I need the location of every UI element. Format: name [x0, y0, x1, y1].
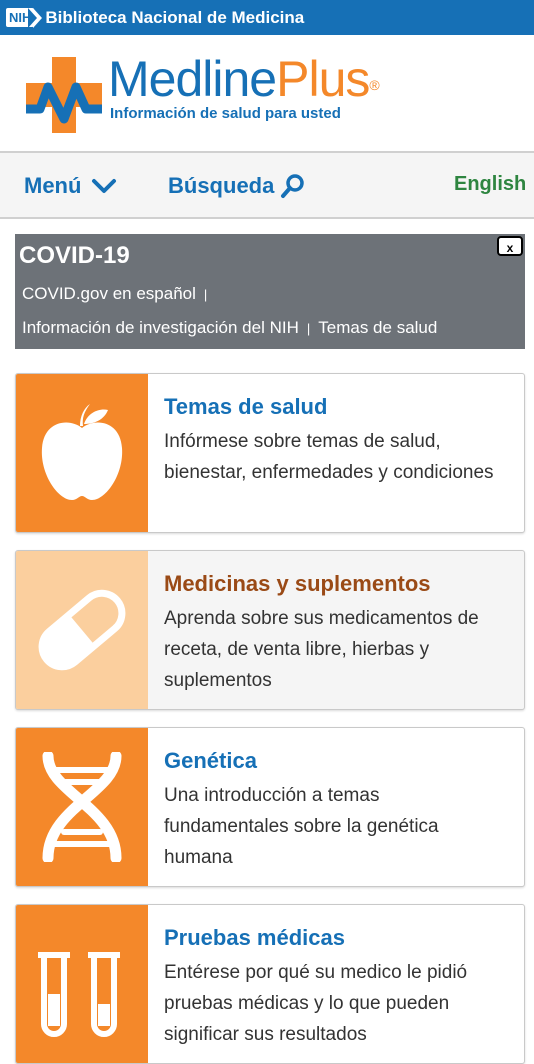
navigation-bar: Menú Búsqueda English [0, 151, 534, 219]
menu-button[interactable]: Menú [24, 173, 117, 199]
card-title[interactable]: Temas de salud [164, 394, 327, 420]
covid-banner: COVID-19 x COVID.gov en español | Informa… [15, 234, 525, 349]
card-genetics[interactable]: Genética Una introducción a temas fundam… [15, 727, 525, 887]
covid-title: COVID-19 [19, 242, 130, 269]
card-title[interactable]: Genética [164, 748, 257, 774]
card-title[interactable]: Medicinas y suplementos [164, 571, 431, 597]
card-description: Entérese por qué su medico le pidió prue… [164, 962, 468, 1045]
card-medical-tests[interactable]: Pruebas médicas Entérese por qué su medi… [15, 904, 525, 1064]
card-icon-panel [16, 374, 148, 532]
covid-gov-link[interactable]: COVID.gov en español [22, 284, 196, 303]
nih-logo[interactable]: NIH [6, 7, 43, 28]
card-icon-panel [16, 728, 148, 886]
card-description: Infórmese sobre temas de salud, bienesta… [164, 431, 494, 483]
pill-icon [38, 589, 126, 671]
nih-research-link[interactable]: Información de investigación del NIH [22, 318, 299, 337]
card-description: Una introducción a temas fundamentales s… [164, 785, 439, 868]
card-title[interactable]: Pruebas médicas [164, 925, 345, 951]
logo-word-medline: Medline [108, 51, 277, 107]
search-button[interactable]: Búsqueda [168, 173, 306, 199]
apple-icon [41, 404, 123, 500]
registered-mark: ® [369, 77, 379, 93]
link-separator: | [306, 321, 311, 336]
nih-top-bar: NIH Biblioteca Nacional de Medicina [0, 0, 534, 35]
link-separator: | [203, 287, 208, 302]
english-link[interactable]: English [454, 173, 526, 196]
covid-links-row-2: Información de investigación del NIH | Tem… [22, 318, 437, 338]
covid-links-row-1: COVID.gov en español | [22, 284, 215, 304]
medlineplus-logo-icon[interactable] [26, 57, 102, 133]
card-icon-panel [16, 905, 148, 1063]
logo-wordmark[interactable]: MedlinePlus® [108, 49, 380, 109]
logo-tagline: Información de salud para usted [110, 105, 341, 122]
logo-word-plus: Plus [276, 51, 370, 107]
nih-library-title[interactable]: Biblioteca Nacional de Medicina [45, 8, 304, 28]
test-tubes-icon [38, 952, 120, 1037]
card-medicines-supplements[interactable]: Medicinas y suplementos Aprenda sobre su… [15, 550, 525, 710]
dna-icon [42, 752, 122, 862]
card-health-topics[interactable]: Temas de salud Infórmese sobre temas de … [15, 373, 525, 533]
search-icon [281, 174, 305, 198]
search-label: Búsqueda [168, 173, 275, 198]
menu-label: Menú [24, 173, 82, 198]
card-description: Aprenda sobre sus medicamentos de receta… [164, 608, 479, 691]
close-button[interactable]: x [497, 236, 523, 256]
card-icon-panel [16, 551, 148, 709]
health-topics-link[interactable]: Temas de salud [318, 318, 437, 337]
site-header: MedlinePlus® Información de salud para u… [0, 35, 534, 151]
nih-arrow-inner [28, 7, 38, 28]
chevron-down-icon [92, 179, 117, 193]
